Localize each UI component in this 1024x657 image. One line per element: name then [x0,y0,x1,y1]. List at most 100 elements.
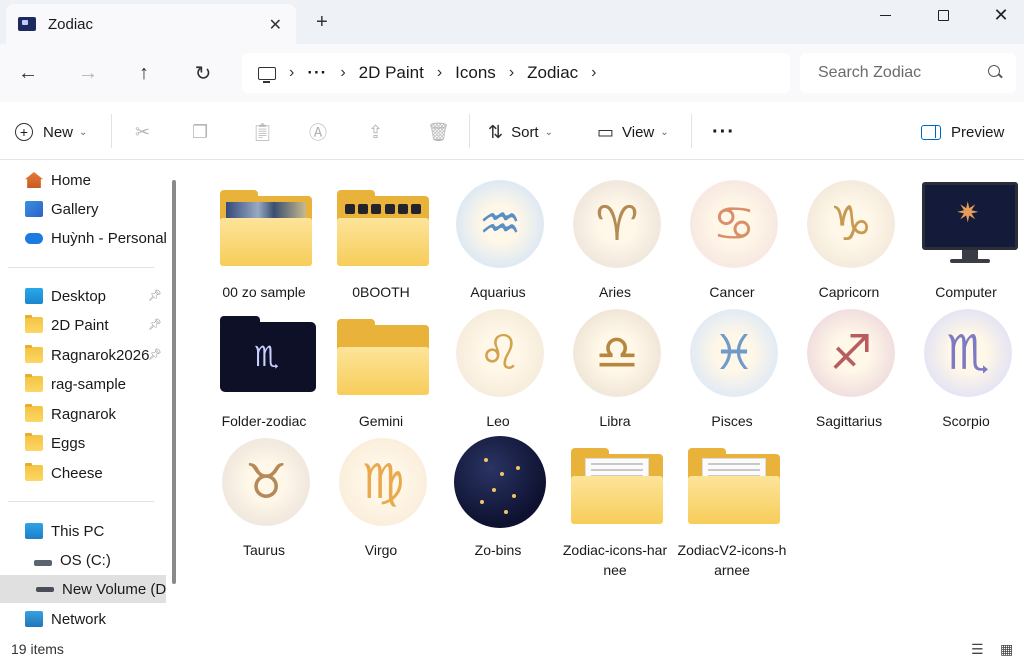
folder-icon [688,436,780,528]
chevron-down-icon: ⌄ [660,126,669,138]
libra-icon: ♎ [571,307,663,399]
cut-button[interactable]: ✂ [135,120,150,144]
sort-button[interactable]: ⇅ Sort ⌄ [488,120,553,144]
status-bar: 19 items ☰ ▦ [0,635,1024,657]
file-item[interactable]: ✷ Computer [910,170,1022,300]
file-item[interactable]: ♌ Leo [442,299,554,429]
search-icon [988,65,1000,77]
network-icon [25,611,43,627]
item-count: 19 items [11,641,64,657]
aries-icon: ♈ [571,178,663,270]
breadcrumb-separator[interactable]: › [591,64,596,82]
file-item[interactable]: ZodiacV2-icons-harnee [676,428,788,578]
sidebar-item-new-volume-d[interactable]: New Volume (D: [0,575,166,603]
rename-button[interactable]: Ⓐ [309,120,327,144]
share-button[interactable]: ⇪ [368,120,383,144]
address-bar[interactable]: › ··· › 2D Paint › Icons › Zodiac › [242,53,790,93]
tab-zodiac[interactable]: Zodiac ✕ [6,4,296,44]
breadcrumb-separator[interactable]: › [509,64,514,82]
breadcrumb-separator[interactable]: › [289,64,294,82]
file-item[interactable]: ♏ Scorpio [910,299,1022,429]
file-item[interactable]: ♑ Capricorn [793,170,905,300]
new-button[interactable]: + New ⌄ [15,120,87,144]
sidebar-item-label: Eggs [51,434,86,452]
search-input[interactable]: Search Zodiac [800,53,1016,93]
folder-icon [337,178,429,270]
file-item[interactable]: ♏ Folder-zodiac [208,299,320,429]
file-item[interactable]: ♋ Cancer [676,170,788,300]
sidebar-item-os-c[interactable]: OS (C:) [0,546,166,574]
home-icon [25,172,43,188]
file-item[interactable]: ♒ Aquarius [442,170,554,300]
refresh-button[interactable]: ↻ [191,61,215,85]
up-button[interactable]: ↑ [132,61,156,85]
maximize-button[interactable] [914,0,972,30]
breadcrumb-2d-paint[interactable]: 2D Paint [359,63,424,83]
pin-icon[interactable]: 📌︎ [148,348,162,361]
new-tab-button[interactable]: + [316,12,328,32]
navigation-pane: Home Gallery Huỳnh - Personal Desktop 📌︎… [0,160,186,635]
pin-icon[interactable]: 📌︎ [148,289,162,302]
close-tab-button[interactable]: ✕ [269,15,282,35]
forward-button[interactable]: → [76,61,100,85]
cancer-icon: ♋ [688,178,780,270]
sagittarius-icon: ♐ [805,307,897,399]
view-button[interactable]: ▭ View ⌄ [597,120,669,144]
file-item[interactable]: ♈ Aries [559,170,671,300]
sidebar-item-label: New Volume (D: [62,580,166,598]
file-item[interactable]: ♐ Sagittarius [793,299,905,429]
file-item[interactable]: Gemini [325,299,437,429]
file-item[interactable]: Zo-bins [442,428,554,558]
file-name: Taurus [242,542,286,558]
pin-icon[interactable]: 📌︎ [148,318,162,331]
file-item[interactable]: ♉ Taurus [208,428,320,558]
breadcrumb-icons[interactable]: Icons [455,63,496,83]
sort-label: Sort [511,123,539,141]
tiles-view-icon[interactable]: ▦ [1000,641,1013,657]
gallery-icon [25,201,43,217]
close-window-button[interactable]: ✕ [972,0,1024,30]
sidebar-item-home[interactable]: Home [0,166,166,194]
folder-icon [25,433,43,451]
sidebar-item-cheese[interactable]: Cheese [0,459,166,487]
details-view-icon[interactable]: ☰ [971,641,984,657]
sidebar-item-rag-sample[interactable]: rag-sample [0,370,166,398]
sidebar-item-this-pc[interactable]: This PC [0,517,166,545]
file-item[interactable]: 0BOOTH [325,170,437,300]
divider [8,267,154,268]
copy-button[interactable]: ❐ [192,120,208,144]
sidebar-item-network[interactable]: Network [0,605,166,633]
sidebar-item-eggs[interactable]: Eggs [0,429,166,457]
computer-icon[interactable] [258,66,276,83]
breadcrumb-overflow[interactable]: ··· [307,63,327,83]
back-button[interactable]: ← [16,61,40,85]
constellation-icon [454,436,546,528]
sidebar-item-ragnarok[interactable]: Ragnarok [0,400,166,428]
sidebar-item-gallery[interactable]: Gallery [0,195,166,223]
breadcrumb-separator[interactable]: › [340,64,345,82]
more-options-button[interactable]: ··· [712,120,735,144]
folder-icon [25,315,43,333]
breadcrumb-separator[interactable]: › [437,64,442,82]
minimize-button[interactable] [856,0,914,30]
preview-button[interactable]: Preview [921,120,1004,144]
file-item[interactable]: ♎ Libra [559,299,671,429]
sidebar-item-onedrive[interactable]: Huỳnh - Personal [0,224,166,252]
trash-icon: 🗑︎ [427,121,450,142]
file-item[interactable]: ♓ Pisces [676,299,788,429]
sidebar-item-label: Desktop [51,287,107,305]
sidebar-item-ragnarok2026[interactable]: Ragnarok2026 📌︎ [0,341,166,369]
paste-button[interactable]: 📋︎ [251,120,274,144]
breadcrumb-zodiac[interactable]: Zodiac [527,63,578,83]
sidebar-item-desktop[interactable]: Desktop 📌︎ [0,282,166,310]
delete-button[interactable]: 🗑︎ [427,120,450,144]
drive-icon [34,560,52,566]
preview-pane-icon [921,124,941,140]
file-item[interactable]: 00 zo sample [208,170,320,300]
file-item[interactable]: ♍ Virgo [325,428,437,558]
divider [8,501,154,502]
folder-icon [337,307,429,399]
sidebar-item-2d-paint[interactable]: 2D Paint 📌︎ [0,311,166,339]
file-item[interactable]: Zodiac-icons-harnee [559,428,671,578]
sidebar-scrollbar[interactable] [172,180,176,584]
